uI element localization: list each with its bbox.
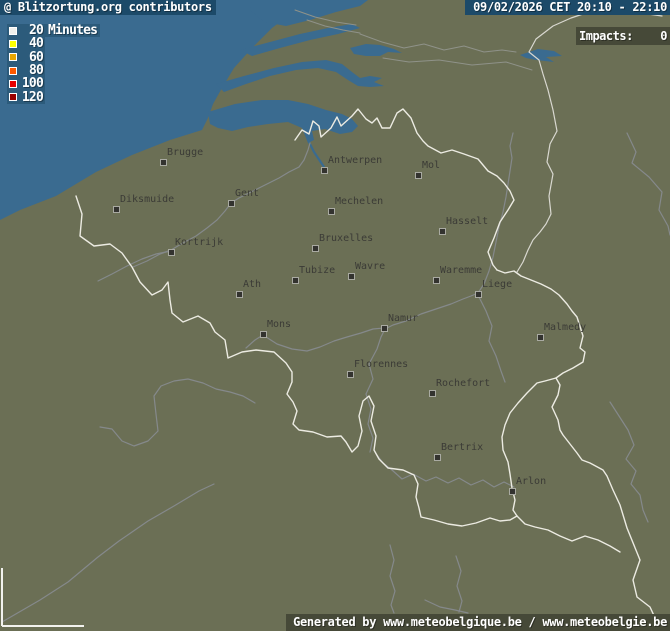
legend-swatch-icon <box>9 40 17 48</box>
city-marker-icon <box>439 228 446 235</box>
city-label: Mons <box>267 319 291 331</box>
legend-item: 20 <box>7 24 45 37</box>
datetime-bar: 09/02/2026 CET 20:10 - 22:10 <box>465 0 670 15</box>
city-label: Antwerpen <box>328 155 382 167</box>
legend-swatch-icon <box>9 93 17 101</box>
impacts-box: Impacts: 0 <box>576 27 670 45</box>
city-marker-icon <box>113 206 120 213</box>
city-marker-icon <box>433 277 440 284</box>
city-marker-icon <box>537 334 544 341</box>
city-marker-icon <box>260 331 267 338</box>
city-layer: Brugge Diksmuide Gent Kortrijk Antwerpen Mech… <box>0 0 670 631</box>
city-marker-icon <box>509 488 516 495</box>
city-marker-icon <box>381 325 388 332</box>
city-label: Mechelen <box>335 196 383 208</box>
city-label: Bertrix <box>441 442 483 454</box>
city-marker-icon <box>429 390 436 397</box>
legend-item: 120 <box>7 90 45 103</box>
city-marker-icon <box>321 167 328 174</box>
city-label: Ath <box>243 279 261 291</box>
city-label: Bruxelles <box>319 233 373 245</box>
city-label: Brugge <box>167 147 203 159</box>
city-marker-icon <box>168 249 175 256</box>
city-marker-icon <box>475 291 482 298</box>
legend-item: 80 <box>7 64 45 77</box>
city-label: Diksmuide <box>120 194 174 206</box>
legend-item: 40 <box>7 37 45 50</box>
footer-credit-bar: Generated by www.meteobelgique.be / www.… <box>286 614 670 631</box>
attribution-bar: @ Blitzortung.org contributors <box>0 0 216 15</box>
legend-minutes-value: 120 <box>17 90 45 105</box>
city-label: Florennes <box>354 359 408 371</box>
city-label: Gent <box>235 188 259 200</box>
city-label: Malmedy <box>544 322 586 334</box>
city-marker-icon <box>434 454 441 461</box>
city-label: Namur <box>388 313 418 325</box>
city-label: Rochefort <box>436 378 490 390</box>
city-label: Liege <box>482 279 512 291</box>
city-label: Mol <box>422 160 440 172</box>
city-marker-icon <box>415 172 422 179</box>
legend-swatch-icon <box>9 67 17 75</box>
city-label: Wavre <box>355 261 385 273</box>
city-marker-icon <box>160 159 167 166</box>
city-marker-icon <box>292 277 299 284</box>
impacts-label: Impacts: <box>579 29 633 43</box>
impacts-count: 0 <box>660 29 667 43</box>
legend-item: 60 <box>7 51 45 64</box>
legend-item: 100 <box>7 77 45 90</box>
city-label: Arlon <box>516 476 546 488</box>
lightning-map-screen: Brugge Diksmuide Gent Kortrijk Antwerpen Mech… <box>0 0 670 631</box>
city-marker-icon <box>312 245 319 252</box>
city-marker-icon <box>228 200 235 207</box>
legend-panel: 20406080100120 <box>7 24 45 104</box>
city-label: Kortrijk <box>175 237 223 249</box>
city-marker-icon <box>348 273 355 280</box>
legend-swatch-icon <box>9 80 17 88</box>
legend-swatch-icon <box>9 27 17 35</box>
legend-unit-label: Minutes <box>45 24 100 37</box>
city-marker-icon <box>347 371 354 378</box>
city-label: Waremme <box>440 265 482 277</box>
city-marker-icon <box>328 208 335 215</box>
city-label: Tubize <box>299 265 335 277</box>
city-label: Hasselt <box>446 216 488 228</box>
legend-swatch-icon <box>9 53 17 61</box>
city-marker-icon <box>236 291 243 298</box>
